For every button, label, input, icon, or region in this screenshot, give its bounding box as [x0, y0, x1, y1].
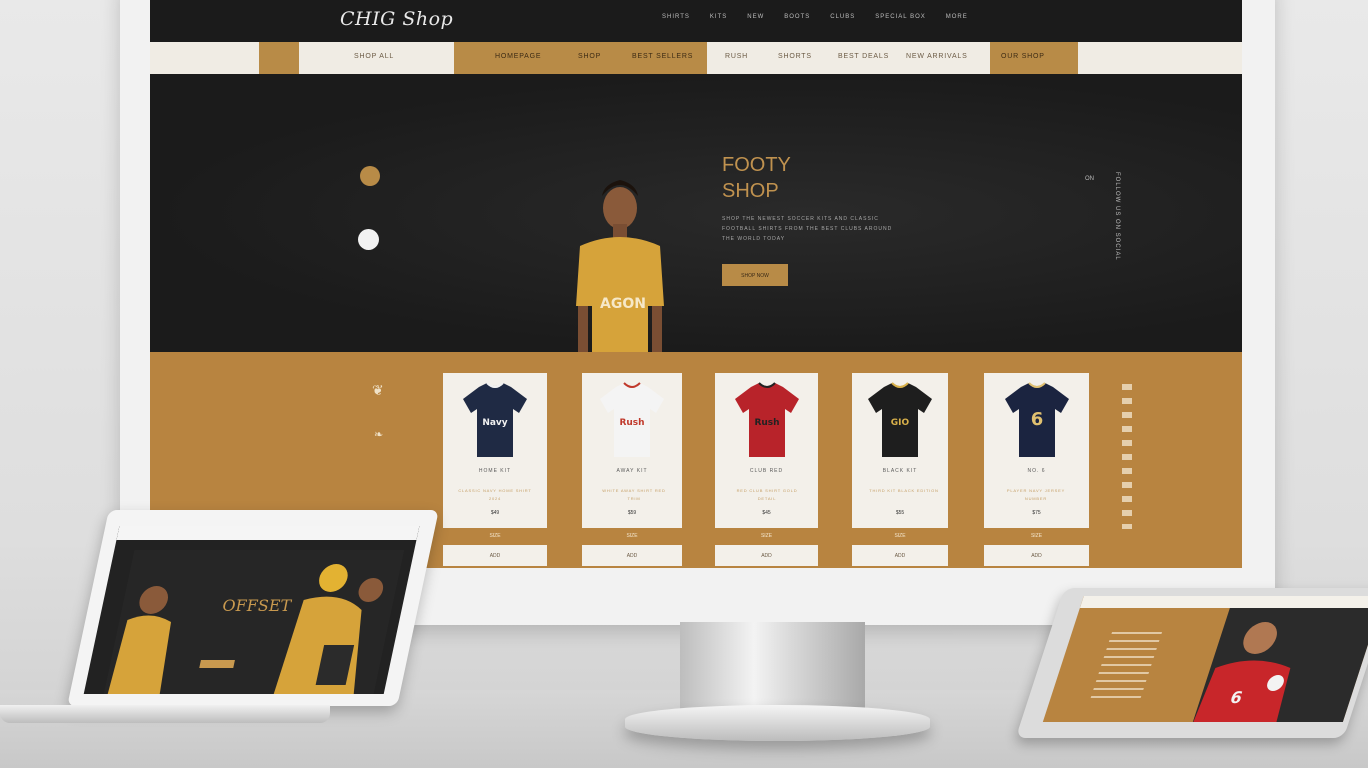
top-nav-item[interactable]: BOOTS: [784, 14, 810, 20]
top-nav-item[interactable]: NEW: [747, 14, 764, 20]
top-nav-item[interactable]: SHIRTS: [662, 14, 690, 20]
hero-title: FOOTY SHOP: [722, 152, 872, 204]
add-to-cart-button[interactable]: ADD: [984, 545, 1089, 566]
product-name: HOME KIT: [478, 468, 512, 474]
laptop-hero-image: [103, 550, 405, 694]
laptop-hero-title: OFFSET: [222, 596, 292, 615]
top-nav-item[interactable]: KITS: [710, 14, 727, 20]
hero-banner: AGON FOOTY SHOP SHOP THE NEWEST SOCCER K…: [150, 74, 1242, 426]
social-vertical-text: FOLLOW US ON SOCIAL: [1114, 172, 1120, 261]
tablet-screen: 6: [1042, 596, 1368, 722]
menu-toggle-button[interactable]: [259, 42, 299, 74]
shop-now-button[interactable]: SHOP NOW: [722, 264, 788, 286]
jersey-icon: Rush: [734, 382, 799, 457]
ornament-small-icon: ❧: [374, 429, 384, 441]
subnav-item-new-arrivals[interactable]: NEW ARRIVALS: [906, 53, 968, 60]
subnav-item-shop-all[interactable]: SHOP ALL: [354, 53, 394, 60]
jersey-icon: Rush: [600, 382, 664, 457]
top-nav-item[interactable]: MORE: [946, 14, 968, 20]
jersey-print: Rush: [619, 418, 644, 428]
jersey-print: 6: [1030, 409, 1043, 430]
top-nav-item[interactable]: SPECIAL BOX: [875, 14, 925, 20]
hero-title-line: FOOTY: [722, 154, 791, 176]
carousel-dot[interactable]: [358, 229, 379, 250]
subnav-item-shorts[interactable]: SHORTS: [778, 53, 812, 60]
add-to-cart-button[interactable]: ADD: [852, 545, 948, 566]
subnav-item-rush[interactable]: RUSH: [725, 53, 748, 60]
monitor-screen: CHIG Shop SHIRTS KITS NEW BOOTS CLUBS SP…: [150, 0, 1242, 568]
product-description: CLASSIC NAVY HOME SHIRT 2024: [458, 488, 532, 501]
top-bar: CHIG Shop SHIRTS KITS NEW BOOTS CLUBS SP…: [150, 0, 1242, 42]
laptop-nav-bar: [116, 526, 420, 540]
product-description: PLAYER NAVY JERSEY NUMBER: [1006, 488, 1066, 501]
subnav-item-our-shop[interactable]: OUR SHOP: [1001, 53, 1045, 60]
add-to-cart-button[interactable]: ADD: [582, 545, 682, 566]
subnav-item-shop[interactable]: SHOP: [578, 53, 601, 60]
shirt-print: AGON: [600, 296, 646, 312]
monitor-stand-base: [625, 705, 930, 741]
top-nav: SHIRTS KITS NEW BOOTS CLUBS SPECIAL BOX …: [662, 14, 968, 20]
tablet-player-image: 6: [1190, 622, 1291, 722]
product-caption: SIZE: [894, 533, 906, 539]
product-name: BLACK KIT: [882, 468, 918, 474]
product-caption: SIZE: [1030, 533, 1043, 539]
hero-title-line: SHOP: [722, 180, 779, 202]
product-name: CLUB RED: [749, 468, 784, 474]
hero-description: SHOP THE NEWEST SOCCER KITS AND CLASSIC …: [722, 216, 893, 242]
product-card[interactable]: 6 NO. 6 PLAYER NAVY JERSEY NUMBER $75: [984, 373, 1089, 528]
jersey-icon: GIO: [868, 382, 932, 457]
product-price: $75: [1032, 510, 1041, 516]
add-to-cart-button[interactable]: ADD: [443, 545, 547, 566]
jersey-print: Rush: [754, 418, 779, 428]
secondary-nav: SHOP ALL HOMEPAGE SHOP BEST SELLERS RUSH…: [150, 42, 1242, 74]
tablet-nav-bar: [1079, 596, 1368, 608]
product-price: $55: [895, 510, 905, 516]
product-caption: SIZE: [489, 533, 501, 539]
product-description: WHITE AWAY SHIRT RED TRIM: [602, 488, 666, 501]
laptop-base: [0, 705, 330, 723]
product-name: AWAY KIT: [616, 468, 648, 474]
product-description: THIRD KIT BLACK EDITION: [869, 488, 939, 493]
tablet-device: 6: [1015, 588, 1368, 738]
subnav-item-homepage[interactable]: HOMEPAGE: [495, 53, 541, 60]
decorative-vertical-line: [1122, 384, 1132, 529]
social-label: ON: [1085, 176, 1094, 182]
subnav-item-best-sellers[interactable]: BEST SELLERS: [632, 53, 693, 60]
product-card[interactable]: GIO BLACK KIT THIRD KIT BLACK EDITION $5…: [852, 373, 948, 528]
product-price: $49: [490, 510, 500, 516]
product-description: RED CLUB SHIRT GOLD DETAIL: [736, 488, 798, 501]
monitor-stand: [680, 622, 865, 712]
product-price: $59: [627, 510, 637, 516]
laptop-screen: OFFSET: [67, 510, 439, 706]
add-to-cart-button[interactable]: ADD: [715, 545, 818, 566]
product-card[interactable]: Navy HOME KIT CLASSIC NAVY HOME SHIRT 20…: [443, 373, 547, 528]
jersey-print: GIO: [891, 418, 910, 428]
carousel-dot-active[interactable]: [360, 166, 380, 186]
product-price: $45: [762, 510, 771, 516]
product-caption: SIZE: [760, 533, 773, 539]
product-card[interactable]: Rush CLUB RED RED CLUB SHIRT GOLD DETAIL…: [715, 373, 818, 528]
tablet-text-block: [1089, 632, 1163, 702]
tablet-hero-panel: 6: [1190, 608, 1368, 722]
jersey-print: Navy: [482, 418, 507, 428]
product-card[interactable]: Rush AWAY KIT WHITE AWAY SHIRT RED TRIM …: [582, 373, 682, 528]
product-caption: SIZE: [626, 533, 638, 539]
top-nav-item[interactable]: CLUBS: [830, 14, 855, 20]
jersey-icon: Navy: [463, 382, 527, 457]
site-logo[interactable]: CHIG Shop: [340, 8, 453, 30]
ornament-icon: ❦: [372, 382, 384, 398]
subnav-item-best-deals[interactable]: BEST DEALS: [838, 53, 889, 60]
product-name: NO. 6: [1027, 468, 1046, 474]
laptop-display: OFFSET: [83, 526, 420, 694]
jersey-icon: 6: [1004, 382, 1069, 457]
